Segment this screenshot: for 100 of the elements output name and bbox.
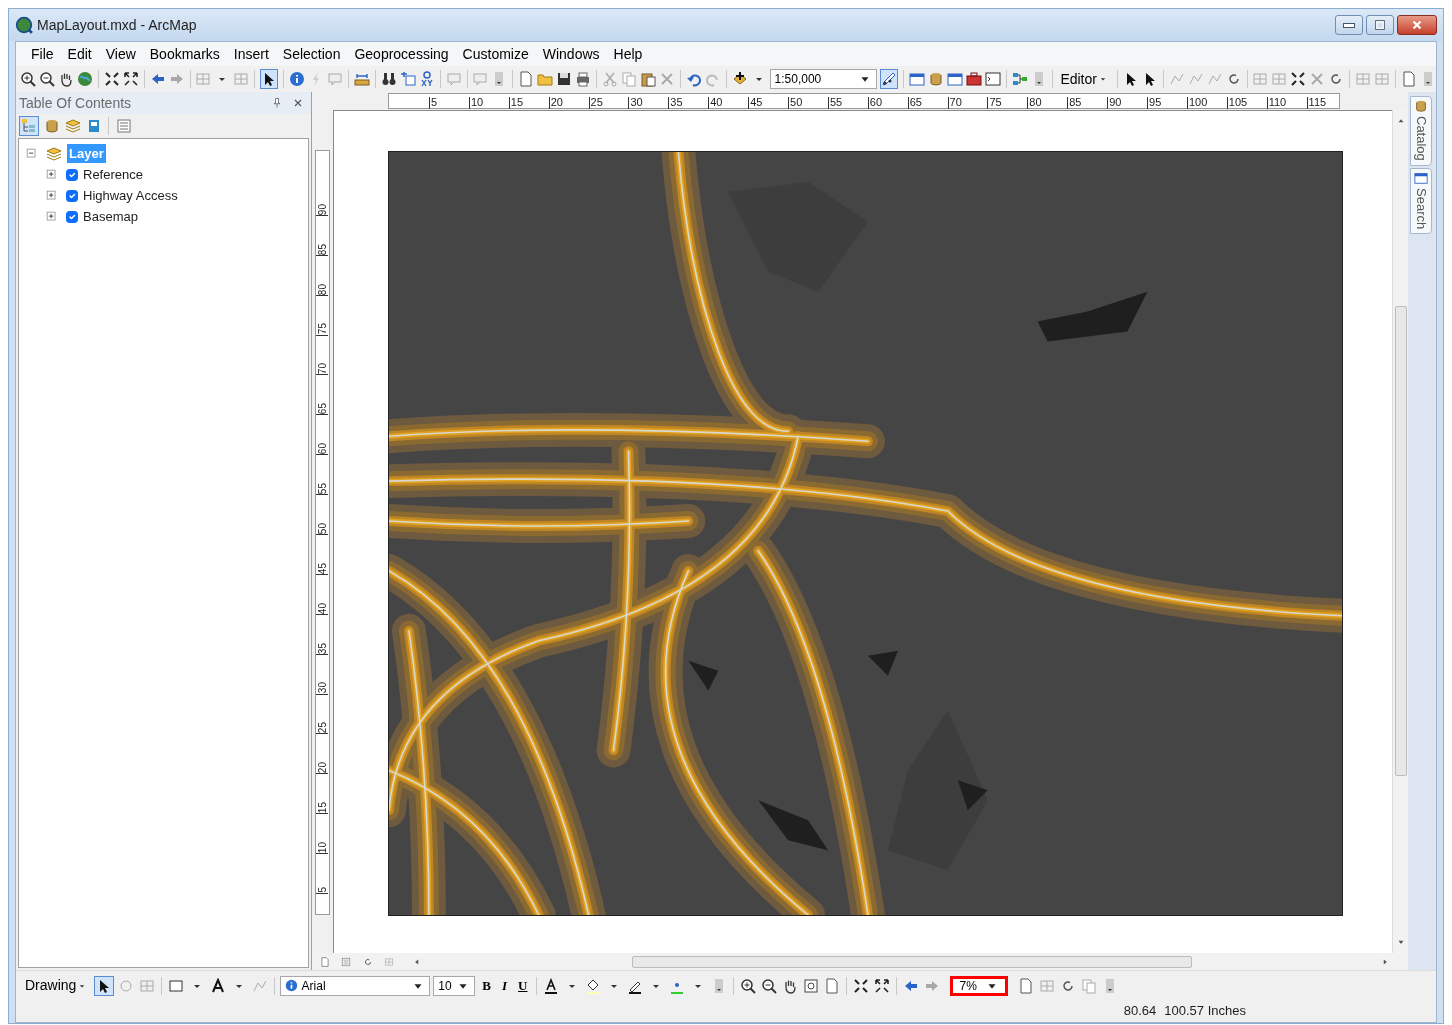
ruler-label: 85 xyxy=(316,243,328,255)
database-icon xyxy=(1414,99,1428,113)
maximize-icon xyxy=(1372,18,1387,32)
ruler-label: 5 xyxy=(429,97,469,109)
ruler-label: 95 xyxy=(1147,97,1187,109)
menu-item[interactable]: Geoprocessing xyxy=(347,43,456,65)
ruler-label: 40 xyxy=(316,602,328,614)
zoom-page-icon[interactable] xyxy=(802,976,821,995)
ruler-label: 105 xyxy=(1226,97,1267,109)
menu-item[interactable]: Help xyxy=(606,43,650,65)
editor-menu[interactable]: Editor xyxy=(1057,68,1112,90)
layer-checkbox[interactable] xyxy=(66,210,78,223)
panel-title: Table Of Contents xyxy=(19,93,132,113)
info-icon xyxy=(285,979,299,992)
menu-item[interactable]: Edit xyxy=(60,43,99,65)
speech-icon[interactable] xyxy=(327,70,344,88)
menu-item[interactable]: Insert xyxy=(226,43,276,65)
zoom-dropdown[interactable]: 7% xyxy=(950,975,1009,996)
ruler-label: 20 xyxy=(548,97,589,109)
copy-icon[interactable] xyxy=(620,70,637,88)
zoom-out-icon[interactable] xyxy=(760,976,779,995)
binoculars-icon[interactable] xyxy=(380,70,397,88)
menu-item[interactable]: Selection xyxy=(275,43,348,65)
toolbox-icon[interactable] xyxy=(965,70,982,88)
scissors-icon[interactable] xyxy=(601,70,618,88)
window-icon xyxy=(1414,170,1428,185)
zoom-in-icon[interactable] xyxy=(20,70,36,88)
layers-icon[interactable] xyxy=(63,117,82,135)
ruler-label: 25 xyxy=(588,97,629,109)
zoom-in-icon[interactable] xyxy=(739,976,758,995)
close-button[interactable] xyxy=(1397,15,1437,35)
side-tab[interactable]: Search xyxy=(1410,167,1432,234)
drawing-menu[interactable]: Drawing xyxy=(22,975,92,996)
speech-icon[interactable] xyxy=(472,70,489,88)
window-title: MapLayout.mxd - ArcMap xyxy=(37,15,197,35)
grid-icon[interactable] xyxy=(1355,70,1372,88)
ruler-label: 75 xyxy=(316,323,328,335)
maximize-button[interactable] xyxy=(1365,15,1394,35)
layer-name[interactable]: Reference xyxy=(83,164,143,185)
console-icon[interactable] xyxy=(984,70,1001,88)
menu-item[interactable]: Windows xyxy=(535,43,607,65)
window-icon[interactable] xyxy=(908,70,925,88)
window-icon[interactable] xyxy=(946,70,963,88)
status-text: 80.64 xyxy=(1123,1002,1157,1021)
side-tab[interactable]: Catalog xyxy=(1410,96,1432,166)
bold-button[interactable]: B xyxy=(478,975,496,996)
page-icon[interactable] xyxy=(518,70,535,88)
grid-icon[interactable] xyxy=(233,70,250,88)
database-icon[interactable] xyxy=(927,70,944,88)
font-dropdown[interactable]: Arial xyxy=(280,975,431,996)
ruler-label: 15 xyxy=(316,802,328,814)
ruler-label: 70 xyxy=(316,363,328,375)
ruler-label: 35 xyxy=(316,642,328,654)
globe-icon[interactable] xyxy=(77,70,93,88)
arrows-in-icon[interactable] xyxy=(1290,70,1307,88)
zoom-out-icon[interactable] xyxy=(39,70,55,88)
ruler-label: 80 xyxy=(316,283,328,295)
clipboard-icon[interactable] xyxy=(639,70,656,88)
tree-icon[interactable] xyxy=(19,116,40,136)
ruler-label: 35 xyxy=(668,97,709,109)
info-icon[interactable] xyxy=(289,70,306,88)
layer-checkbox[interactable] xyxy=(66,168,78,181)
arrows-out-icon[interactable] xyxy=(122,70,139,88)
ruler-label: 50 xyxy=(316,522,328,534)
scale-dropdown[interactable]: 1:50,000 xyxy=(769,69,877,89)
ruler-label: 15 xyxy=(508,97,549,109)
grid-icon[interactable] xyxy=(1252,70,1269,88)
underline-button[interactable]: U xyxy=(514,975,532,996)
layer-name[interactable]: Highway Access xyxy=(83,185,178,206)
ruler-label: 85 xyxy=(1067,97,1108,109)
edit-pen-icon[interactable] xyxy=(879,69,898,89)
layer-name[interactable]: Basemap xyxy=(83,206,138,227)
grid-icon[interactable] xyxy=(195,70,212,88)
layer-checkbox[interactable] xyxy=(66,189,78,202)
page-icon[interactable] xyxy=(1401,70,1417,88)
arrows-out-icon[interactable] xyxy=(873,976,892,995)
arrows-in-icon[interactable] xyxy=(103,70,120,88)
speech-icon[interactable] xyxy=(445,70,462,88)
grid-icon[interactable] xyxy=(1374,70,1391,88)
ruler-label: 45 xyxy=(316,562,328,574)
floppy-icon[interactable] xyxy=(556,70,573,88)
menu-item[interactable]: Customize xyxy=(455,43,536,65)
ruler-label: 55 xyxy=(827,97,868,109)
font-size-dropdown[interactable]: 10 xyxy=(433,975,476,996)
ruler-label: 30 xyxy=(628,97,669,109)
pointer-icon[interactable] xyxy=(94,975,115,996)
arrows-in-icon[interactable] xyxy=(852,976,871,995)
pointer-icon[interactable] xyxy=(260,69,279,89)
minimize-button[interactable] xyxy=(1334,15,1363,35)
ruler-label: 55 xyxy=(316,482,328,495)
menu-item[interactable]: Bookmarks xyxy=(142,43,227,65)
menu-item[interactable]: File xyxy=(24,43,61,65)
menu-item[interactable]: View xyxy=(98,43,143,65)
printer-icon[interactable] xyxy=(575,70,592,88)
italic-button[interactable]: I xyxy=(498,975,512,996)
ruler-label: 65 xyxy=(907,97,948,109)
ruler-label: 40 xyxy=(708,97,749,109)
ruler-label: 30 xyxy=(316,682,328,694)
list-icon[interactable] xyxy=(114,117,133,135)
model-icon[interactable] xyxy=(1011,70,1028,88)
